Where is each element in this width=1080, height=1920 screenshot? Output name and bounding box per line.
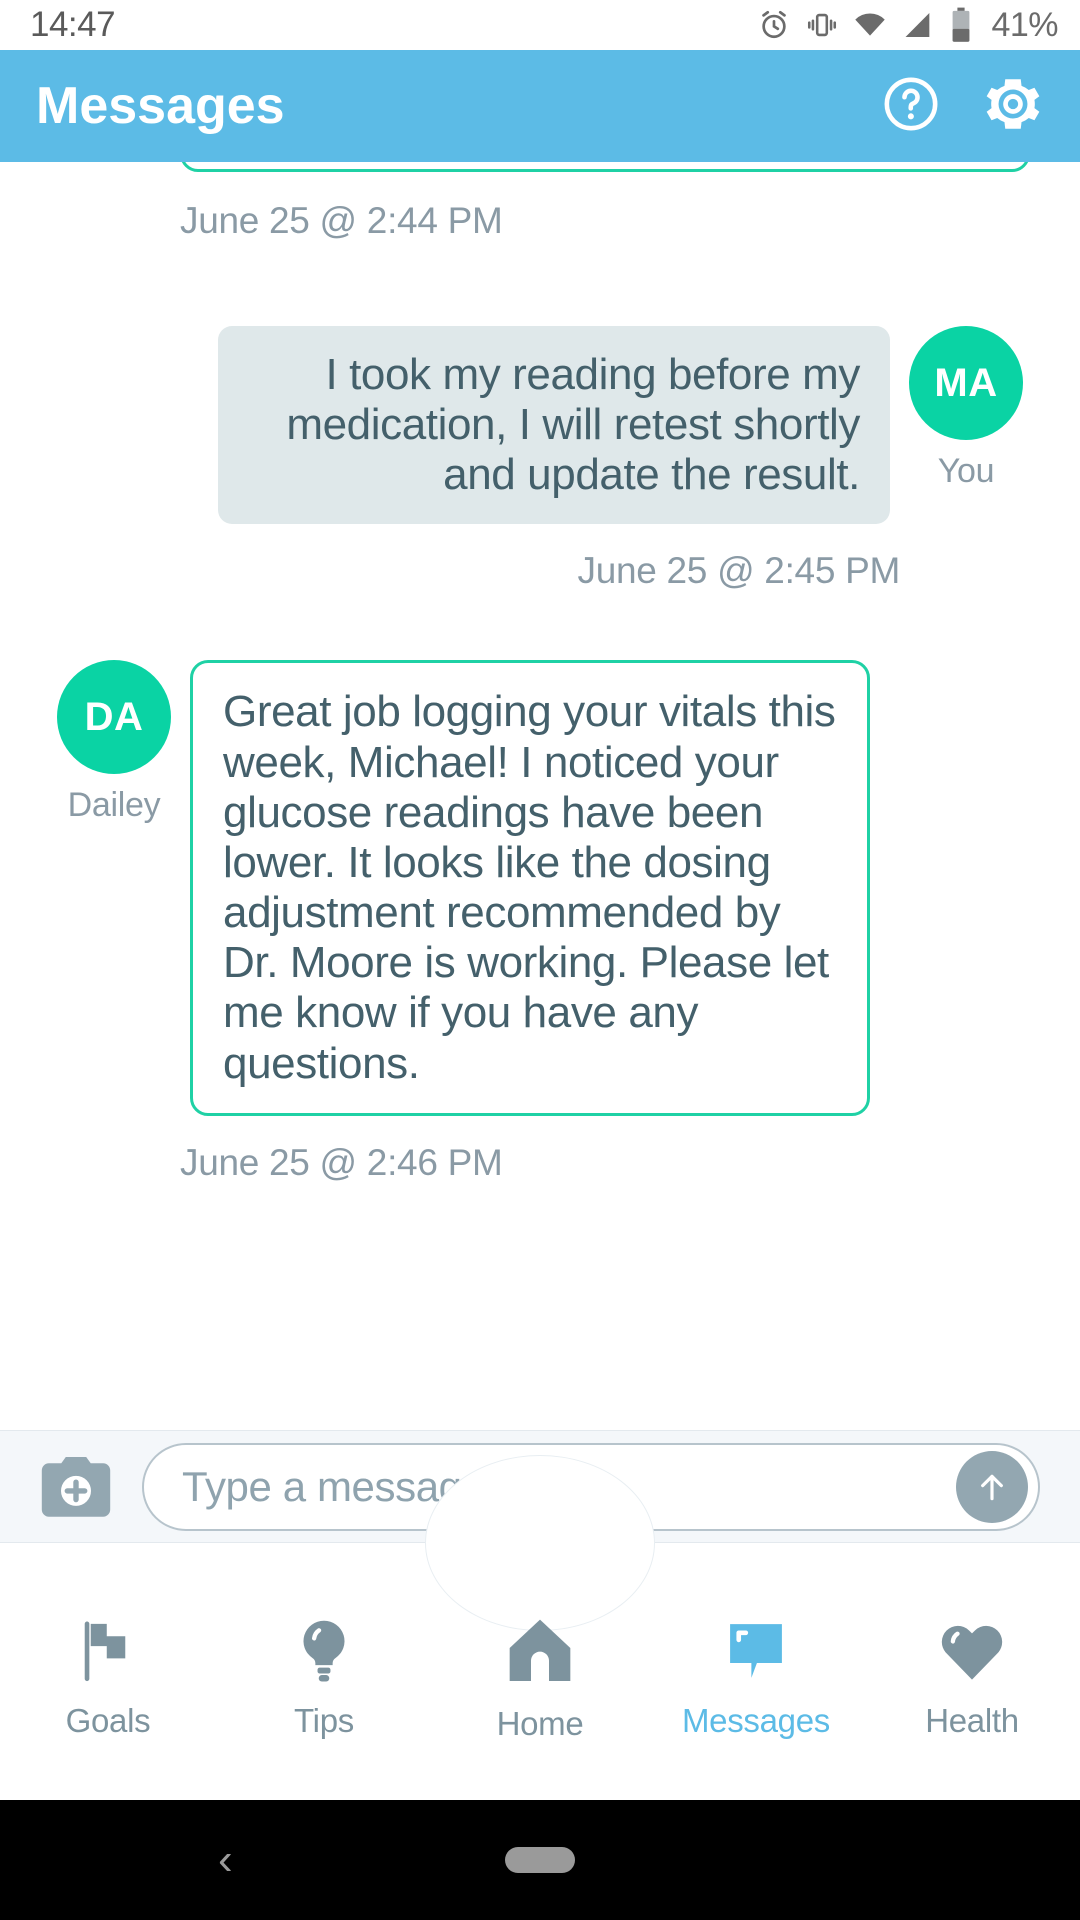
page-title: Messages	[36, 77, 285, 135]
message-bubble: I took my reading before my medication, …	[218, 326, 890, 525]
battery-icon	[953, 7, 970, 42]
status-bar-icons: 41%	[757, 6, 1058, 45]
avatar-block: MA You	[890, 326, 1042, 491]
avatar: MA	[909, 326, 1023, 440]
heart-icon	[941, 1625, 1003, 1680]
chat-bubble-icon	[730, 1624, 782, 1678]
nav-label: Goals	[65, 1702, 151, 1739]
flag-icon	[84, 1621, 126, 1682]
nav-label: Tips	[294, 1702, 354, 1739]
status-bar-clock: 14:47	[30, 5, 116, 44]
home-pill-indicator[interactable]	[505, 1847, 575, 1873]
battery-percent-label: 41%	[991, 5, 1058, 44]
avatar-block: DA Dailey	[38, 660, 190, 825]
wifi-icon	[855, 13, 886, 36]
message-item-outgoing[interactable]: I took my reading before my medication, …	[0, 326, 1080, 525]
alarm-icon	[762, 10, 787, 39]
camera-add-button[interactable]	[40, 1454, 120, 1520]
nav-label: Home	[496, 1705, 584, 1742]
nav-item-home[interactable]: Home	[432, 1601, 648, 1743]
message-bubble: Great job logging your vitals this week,…	[190, 660, 870, 1116]
vibrate-icon	[808, 13, 837, 37]
nav-item-health[interactable]: Health	[864, 1604, 1080, 1740]
gear-icon	[986, 78, 1040, 129]
partial-message-bubble	[180, 162, 1030, 172]
avatar: DA	[57, 660, 171, 775]
avatar-name-label: You	[937, 452, 995, 490]
app-root: 14:47 41% Messages June 25 @ 2:44 PM I t…	[0, 0, 1080, 1920]
message-timestamp: June 25 @ 2:46 PM	[180, 1141, 503, 1183]
nav-label: Messages	[681, 1702, 830, 1739]
bottom-navigation: Goals Tips Home Messages Health	[0, 1455, 1080, 1801]
help-circle-icon	[884, 77, 938, 130]
signal-icon	[905, 12, 930, 38]
status-bar: 14:47 41%	[0, 0, 1080, 50]
lightbulb-icon	[303, 1620, 345, 1682]
app-header: Messages	[0, 50, 1080, 162]
settings-button[interactable]	[982, 73, 1044, 140]
avatar-name-label: Dailey	[67, 786, 161, 825]
message-timestamp: June 25 @ 2:45 PM	[577, 550, 901, 592]
timestamp-row: June 25 @ 2:45 PM	[0, 550, 1080, 592]
timestamp-row: June 25 @ 2:46 PM	[0, 1142, 1080, 1184]
nav-label: Health	[925, 1702, 1019, 1739]
message-timestamp: June 25 @ 2:44 PM	[180, 200, 503, 241]
bottom-nav-items: Goals Tips Home Messages Health	[0, 1543, 1080, 1801]
header-actions	[882, 73, 1044, 140]
chevron-left-icon[interactable]: ‹	[218, 1838, 233, 1882]
help-button[interactable]	[882, 75, 940, 138]
nav-item-messages[interactable]: Messages	[648, 1604, 864, 1740]
camera-add-icon	[41, 1456, 111, 1517]
send-button[interactable]	[956, 1450, 1028, 1523]
message-item-incoming[interactable]: DA Dailey Great job logging your vitals …	[0, 660, 1080, 1116]
system-navigation-bar: ‹	[0, 1800, 1080, 1920]
home-icon	[509, 1619, 571, 1681]
nav-item-goals[interactable]: Goals	[0, 1604, 216, 1740]
nav-item-tips[interactable]: Tips	[216, 1604, 432, 1740]
arrow-up-icon	[981, 1474, 1003, 1500]
message-list[interactable]: June 25 @ 2:44 PM I took my reading befo…	[0, 162, 1080, 1430]
timestamp-row: June 25 @ 2:44 PM	[0, 200, 1080, 242]
